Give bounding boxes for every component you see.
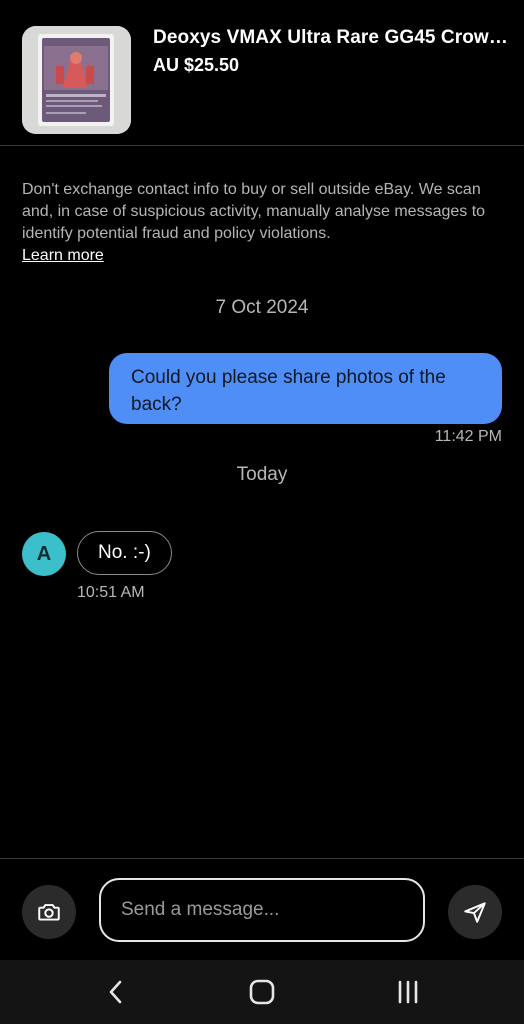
send-icon xyxy=(464,902,486,923)
camera-button[interactable] xyxy=(22,885,76,939)
sent-message-time: 11:42 PM xyxy=(434,428,502,445)
nav-back-button[interactable] xyxy=(96,974,136,1010)
card-image xyxy=(22,26,131,134)
send-button[interactable] xyxy=(448,885,502,939)
learn-more-link[interactable]: Learn more xyxy=(22,245,104,267)
safety-notice-text: Don't exchange contact info to buy or se… xyxy=(22,181,486,242)
listing-thumbnail[interactable] xyxy=(22,26,131,134)
message-input[interactable] xyxy=(99,878,425,942)
received-message-bubble[interactable]: No. :-) xyxy=(77,531,172,575)
safety-notice: Don't exchange contact info to buy or se… xyxy=(22,179,492,267)
received-message-time: 10:51 AM xyxy=(77,584,145,601)
sender-avatar[interactable]: A xyxy=(22,532,66,576)
nav-home-button[interactable] xyxy=(242,974,282,1010)
date-separator: 7 Oct 2024 xyxy=(215,297,309,318)
message-composer xyxy=(0,858,524,960)
date-separator-today: Today xyxy=(236,464,288,485)
back-icon xyxy=(109,980,122,1004)
system-nav-bar xyxy=(0,960,524,1024)
chat-screen: Deoxys VMAX Ultra Rare GG45 Crown Zenith… xyxy=(0,0,524,1024)
recents-icon xyxy=(398,980,418,1004)
camera-icon xyxy=(38,904,60,921)
listing-title[interactable]: Deoxys VMAX Ultra Rare GG45 Crown Zenith xyxy=(153,27,509,49)
nav-recents-button[interactable] xyxy=(388,974,428,1010)
sent-message-bubble[interactable]: Could you please share photos of the bac… xyxy=(109,353,502,424)
home-icon xyxy=(249,979,275,1005)
listing-price: AU $25.50 xyxy=(153,55,240,75)
listing-header[interactable]: Deoxys VMAX Ultra Rare GG45 Crown Zenith… xyxy=(0,0,524,146)
